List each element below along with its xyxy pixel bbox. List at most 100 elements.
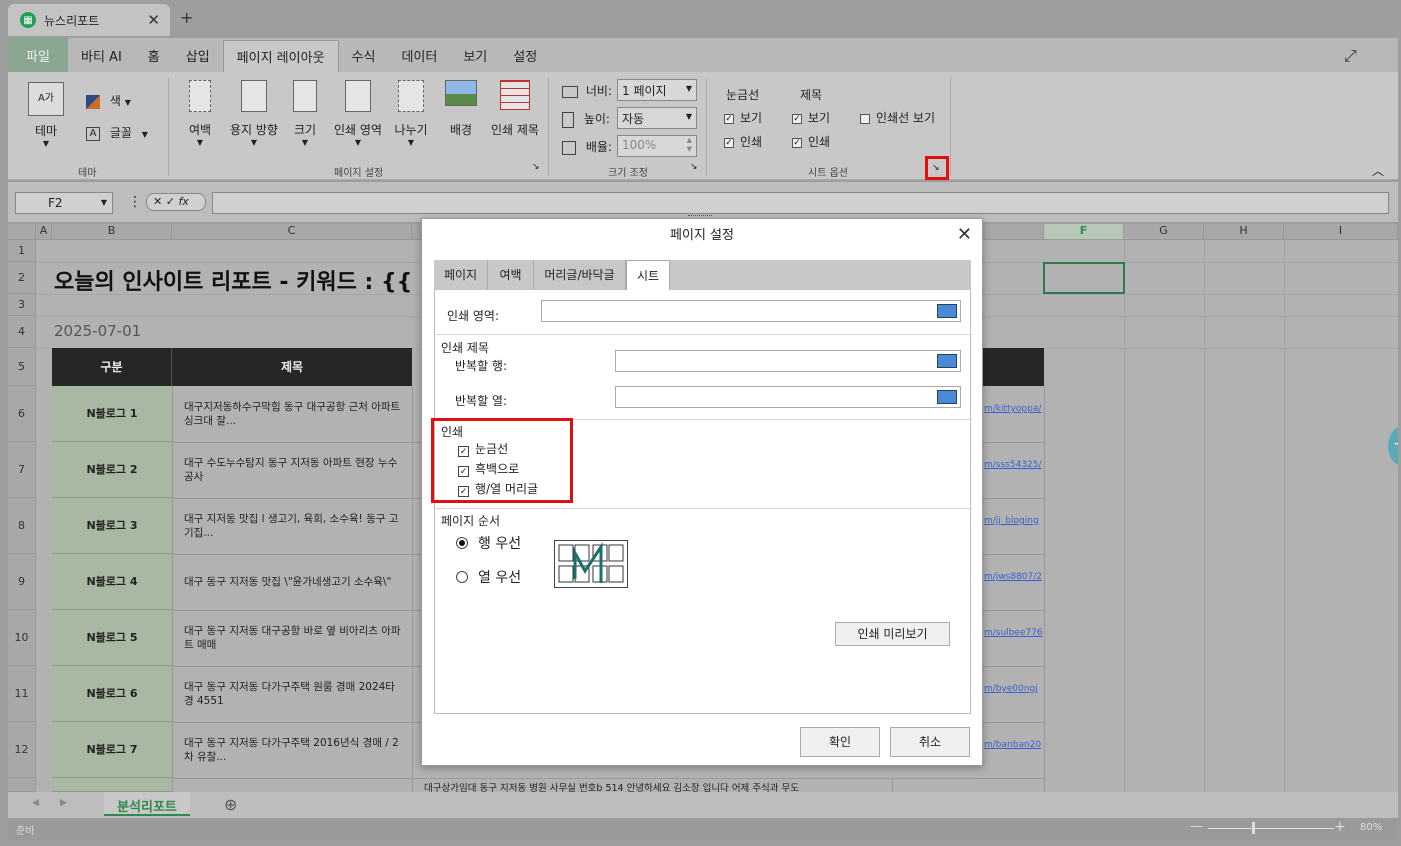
orientation-button[interactable]: 용지 방향 ▼ bbox=[226, 80, 282, 147]
print-area-input[interactable] bbox=[541, 300, 961, 322]
height-select[interactable]: 자동 ▼ bbox=[617, 107, 697, 129]
tab-header-footer[interactable]: 머리글/바닥글 bbox=[534, 260, 626, 290]
tab-margins[interactable]: 여백 bbox=[488, 260, 534, 290]
tab-page[interactable]: 페이지 bbox=[434, 260, 488, 290]
fx-icon[interactable]: fx bbox=[178, 195, 188, 208]
title-cell[interactable]: 대구 지저동 맛집 l 생고기, 육회, 소수육! 동구 고기집... bbox=[184, 512, 404, 540]
print-area-button[interactable]: 인쇄 영역 ▼ bbox=[330, 80, 386, 147]
side-panel-toggle-icon[interactable]: → bbox=[1388, 426, 1398, 466]
scroll-right-icon[interactable]: ▶ bbox=[60, 798, 67, 808]
link-cell[interactable]: m/kittyoppa/ bbox=[984, 404, 1041, 414]
row-header-10[interactable]: 10 bbox=[8, 610, 36, 666]
row-header-4[interactable]: 4 bbox=[8, 316, 36, 348]
theme-color-button[interactable]: 색 ▼ bbox=[86, 92, 131, 109]
menu-formulas[interactable]: 수식 bbox=[339, 38, 389, 72]
category-cell[interactable] bbox=[52, 778, 172, 792]
add-sheet-icon[interactable]: ⊕ bbox=[224, 795, 237, 814]
tab-sheet[interactable]: 시트 bbox=[626, 260, 670, 290]
gridlines-view-checkbox[interactable]: ✓ 보기 bbox=[724, 109, 762, 126]
more-options-icon[interactable]: ⋮ bbox=[128, 194, 142, 210]
link-cell[interactable]: m/sulbee776 bbox=[984, 628, 1043, 638]
column-header-i[interactable]: I bbox=[1284, 224, 1398, 240]
scale-launcher-icon[interactable]: ↘ bbox=[690, 162, 698, 172]
link-cell[interactable]: m/jws8807/2 bbox=[984, 572, 1042, 582]
header-category-cell[interactable]: 구분 bbox=[52, 348, 172, 386]
menu-insert[interactable]: 삽입 bbox=[173, 38, 223, 72]
size-button[interactable]: 크기 ▼ bbox=[288, 80, 322, 147]
column-header-a[interactable]: A bbox=[36, 224, 52, 240]
gridlines-print-checkbox[interactable]: ✓ 인쇄 bbox=[724, 133, 762, 150]
row-header-13[interactable] bbox=[8, 778, 36, 792]
theme-button[interactable]: A가 테마 ▼ bbox=[24, 82, 68, 148]
row-header-5[interactable]: 5 bbox=[8, 348, 36, 386]
row13-text-cell[interactable]: 대구상가임대 동구 지저동 병원 사무실 번호b 514 안녕하세요 김소장 입… bbox=[424, 782, 894, 792]
confirm-icon[interactable]: ✓ bbox=[166, 195, 175, 208]
ok-button[interactable]: 확인 bbox=[800, 727, 880, 757]
menu-page-layout[interactable]: 페이지 레이아웃 bbox=[222, 40, 339, 72]
new-tab-button[interactable]: + bbox=[180, 8, 193, 27]
select-all-corner[interactable] bbox=[8, 224, 36, 240]
report-date-cell[interactable]: 2025-07-01 bbox=[54, 322, 141, 340]
zoom-slider-handle[interactable] bbox=[1252, 822, 1255, 834]
scale-stepper[interactable]: 100% ▲ ▼ bbox=[617, 135, 697, 157]
link-cell[interactable]: m/jj_bloging bbox=[984, 516, 1039, 526]
name-box[interactable]: F2 ▼ bbox=[15, 192, 113, 214]
repeat-cols-input[interactable] bbox=[615, 386, 961, 408]
margins-button[interactable]: 여백 ▼ bbox=[180, 80, 220, 147]
row-header-9[interactable]: 9 bbox=[8, 554, 36, 610]
range-picker-icon[interactable] bbox=[937, 304, 957, 318]
scroll-left-icon[interactable]: ◀ bbox=[32, 798, 39, 808]
drag-handle[interactable] bbox=[688, 215, 712, 218]
close-tab-icon[interactable]: ✕ bbox=[147, 11, 160, 29]
zoom-slider[interactable] bbox=[1208, 828, 1334, 829]
column-header-h[interactable]: H bbox=[1204, 224, 1284, 240]
category-cell[interactable]: N블로그 4 bbox=[52, 554, 172, 610]
row-header-8[interactable]: 8 bbox=[8, 498, 36, 554]
formula-input[interactable] bbox=[212, 192, 1389, 214]
collapse-ribbon-icon[interactable]: ︿ bbox=[1372, 162, 1384, 179]
close-icon[interactable]: ✕ bbox=[957, 224, 972, 245]
category-cell[interactable]: N블로그 1 bbox=[52, 386, 172, 442]
headings-view-checkbox[interactable]: ✓ 보기 bbox=[792, 109, 830, 126]
category-cell[interactable]: N블로그 3 bbox=[52, 498, 172, 554]
link-cell[interactable]: m/banban20 bbox=[984, 740, 1041, 750]
headings-print-checkbox[interactable]: ✓ 인쇄 bbox=[792, 133, 830, 150]
menu-home[interactable]: 홈 bbox=[135, 38, 173, 72]
row-header-2[interactable]: 2 bbox=[8, 262, 36, 294]
range-picker-icon[interactable] bbox=[937, 390, 957, 404]
order-cols-first-radio[interactable]: 열 우선 bbox=[456, 567, 521, 587]
expand-icon[interactable]: ⤢ bbox=[1344, 46, 1357, 66]
row-header-1[interactable]: 1 bbox=[8, 240, 36, 262]
title-cell[interactable]: 대구 동구 지저동 다가구주택 원룸 경매 2024타경 4551 bbox=[184, 680, 404, 708]
zoom-in-icon[interactable]: + bbox=[1334, 819, 1346, 835]
title-cell[interactable]: 대구 동구 지저동 맛집 \"윤가네생고기 소수육\" bbox=[184, 575, 408, 589]
category-cell[interactable]: N블로그 6 bbox=[52, 666, 172, 722]
width-select[interactable]: 1 페이지 ▼ bbox=[617, 79, 697, 101]
zoom-out-icon[interactable]: — bbox=[1190, 819, 1203, 834]
category-cell[interactable]: N블로그 7 bbox=[52, 722, 172, 778]
row-header-12[interactable]: 12 bbox=[8, 722, 36, 778]
cancel-icon[interactable]: ✕ bbox=[153, 195, 162, 208]
header-link-cell[interactable] bbox=[983, 348, 1044, 386]
page-setup-launcher-icon[interactable]: ↘ bbox=[532, 162, 540, 172]
row-header-11[interactable]: 11 bbox=[8, 666, 36, 722]
category-cell[interactable]: N블로그 2 bbox=[52, 442, 172, 498]
menu-data[interactable]: 데이터 bbox=[388, 38, 450, 72]
column-header-b[interactable]: B bbox=[52, 224, 172, 240]
menu-batiai[interactable]: 바티 AI bbox=[68, 38, 135, 72]
selected-cell-f2[interactable] bbox=[1043, 262, 1125, 294]
title-cell[interactable]: 대구 동구 지저동 대구공항 바로 옆 비아리츠 아파트 매매 bbox=[184, 624, 404, 652]
column-header-g[interactable]: G bbox=[1124, 224, 1204, 240]
print-preview-button[interactable]: 인쇄 미리보기 bbox=[835, 622, 950, 646]
breaks-button[interactable]: 나누기 ▼ bbox=[392, 80, 430, 147]
repeat-rows-input[interactable] bbox=[615, 350, 961, 372]
row-header-3[interactable]: 3 bbox=[8, 294, 36, 316]
link-cell[interactable]: m/bye00ngj bbox=[984, 684, 1038, 694]
header-title-cell[interactable]: 제목 bbox=[172, 348, 412, 386]
formula-buttons[interactable]: ✕ ✓ fx bbox=[146, 193, 206, 211]
report-title-cell[interactable]: 오늘의 인사이트 리포트 - 키워드 : {{ bbox=[54, 264, 412, 296]
show-print-lines-checkbox[interactable]: 인쇄선 보기 bbox=[860, 109, 935, 126]
print-titles-button[interactable]: 인쇄 제목 bbox=[486, 80, 544, 138]
menu-settings[interactable]: 설정 bbox=[500, 38, 550, 72]
menu-file[interactable]: 파일 bbox=[8, 38, 68, 72]
